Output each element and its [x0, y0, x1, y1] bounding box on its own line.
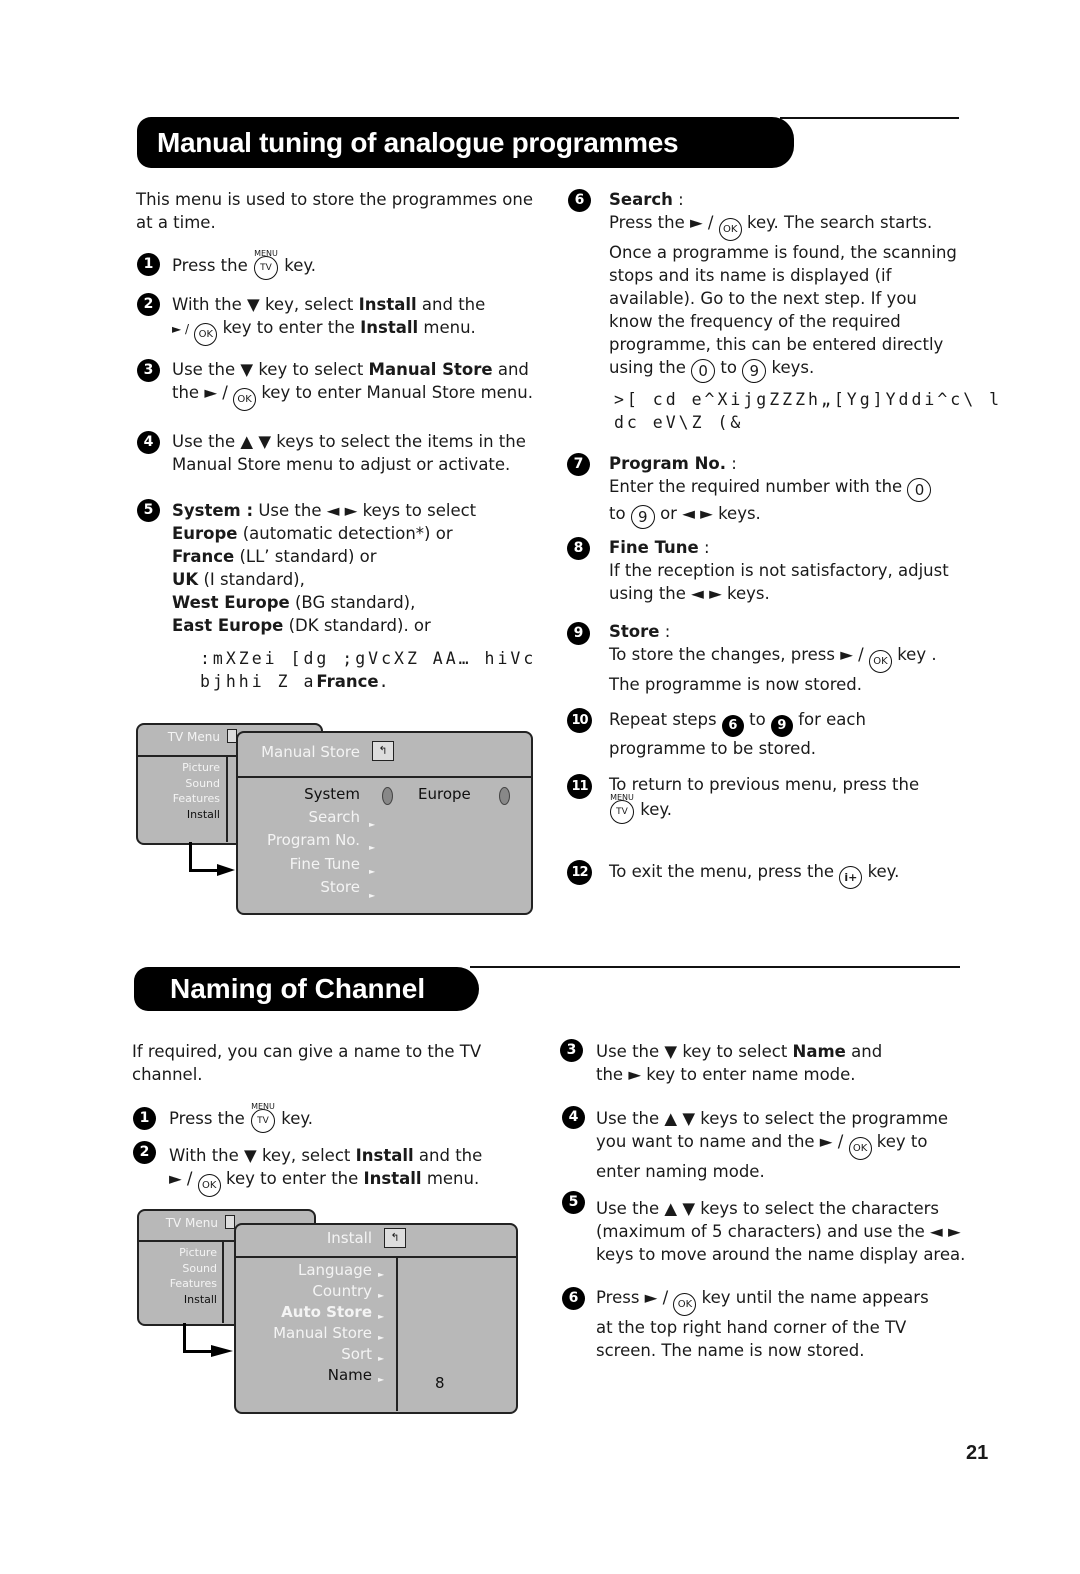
menu-item-program-no: Program No. — [267, 831, 360, 849]
step-6: Press ► / OK key until the name appears … — [596, 1288, 929, 1360]
step-ref-9: 9 — [770, 715, 793, 737]
tv-menu-item: Picture — [182, 761, 220, 774]
system-value: Europe — [418, 785, 471, 803]
step-10: Repeat steps 6 to 9 for each programme t… — [609, 710, 866, 758]
step-3: Use the ▼ key to select Manual Store and… — [172, 358, 533, 411]
ok-key-icon: OK — [233, 388, 257, 411]
menu-item-auto-store: Auto Store — [281, 1303, 372, 1321]
step-9: Store : To store the changes, press ► / … — [609, 622, 937, 694]
digit-9-key-icon: 9 — [742, 359, 767, 383]
step-number-7: 7 — [567, 453, 590, 476]
step-8: Fine Tune : If the reception is not sati… — [609, 538, 949, 603]
menu-item-language: Language — [297, 1261, 372, 1279]
step-number-2: 2 — [137, 293, 160, 316]
intro-text: This menu is used to store the programme… — [136, 190, 534, 232]
menu-item-store: Store — [320, 878, 360, 896]
tv-menu-item: Features — [169, 1277, 217, 1290]
section-title-text: Naming of Channel — [170, 973, 426, 1004]
step-number-11: 11 — [567, 774, 592, 799]
menu-item-search: Search — [308, 808, 360, 826]
info-key-icon: i+ — [839, 866, 863, 889]
ok-key-icon: OK — [868, 650, 892, 673]
step-number-4: 4 — [137, 431, 160, 454]
ok-key-icon: OK — [848, 1137, 872, 1160]
step-text: Press the — [172, 256, 248, 275]
right-chevron-icon — [499, 787, 510, 805]
step-number-6: 6 — [562, 1287, 585, 1310]
step-number-3: 3 — [560, 1039, 583, 1062]
menu-item-country: Country — [312, 1282, 372, 1300]
step-number-5: 5 — [137, 499, 160, 522]
menu-tv-key-icon: MENU TV — [253, 249, 279, 280]
step-1: Press the MENU TV key. — [172, 249, 317, 280]
tv-menu-item: Sound — [182, 1262, 217, 1275]
step-5: Use the ▲ ▼ keys to select the character… — [596, 1199, 966, 1264]
step-12: To exit the menu, press the i+ key. — [609, 860, 899, 889]
menu-item-fine-tune: Fine Tune — [289, 855, 360, 873]
menu-item-system: System — [304, 785, 360, 803]
step-1: Press the MENU TV key. — [169, 1102, 313, 1133]
manual-store-title: Manual Store — [261, 743, 360, 761]
menu-item-manual-store: Manual Store — [273, 1324, 372, 1342]
back-icon: ↰ — [372, 741, 394, 761]
menu-tv-key-icon: MENU TV — [250, 1102, 276, 1133]
name-value: 8 — [435, 1374, 445, 1392]
digit-0-key-icon: 0 — [691, 359, 716, 383]
section-title-naming: Naming of Channel — [134, 967, 479, 1011]
section-rule — [780, 117, 959, 119]
ok-key-icon: OK — [673, 1293, 697, 1316]
section-title-text: Manual tuning of analogue programmes — [157, 126, 679, 158]
section-title-manual-tuning: Manual tuning of analogue programmes — [137, 117, 794, 168]
install-title: Install — [326, 1229, 372, 1247]
step-number-2: 2 — [133, 1141, 156, 1164]
step-4: Use the ▲ ▼ keys to select the programme… — [596, 1109, 949, 1181]
arrow-connector — [183, 1323, 186, 1353]
digit-0-key-icon: 0 — [907, 478, 932, 502]
tv-menu-title: TV Menu — [165, 1216, 218, 1230]
ok-key-icon: OK — [197, 1174, 221, 1197]
step-number-6: 6 — [568, 189, 591, 212]
step-ref-6: 6 — [721, 715, 744, 737]
step-5: System : Use the ◄ ► keys to select Euro… — [172, 501, 477, 635]
step-number-8: 8 — [567, 537, 590, 560]
tv-menu-title: TV Menu — [167, 730, 220, 744]
step-number-1: 1 — [137, 253, 160, 276]
step-number-1: 1 — [133, 1107, 156, 1130]
step-2: With the ▼ key, select Install and the ►… — [169, 1144, 482, 1197]
intro-text: If required, you can give a name to the … — [132, 1042, 482, 1084]
step-11: To return to previous menu, press the ME… — [609, 773, 919, 824]
step-4: Use the ▲ ▼ keys to select the items in … — [172, 432, 526, 474]
arrow-connector — [189, 842, 192, 872]
step-3: Use the ▼ key to select Name and the ► k… — [596, 1042, 883, 1084]
step-number-10: 10 — [567, 708, 592, 733]
section-rule — [470, 966, 960, 968]
back-icon: ↰ — [384, 1228, 406, 1248]
tv-menu-item: Features — [172, 792, 220, 805]
step-number-5: 5 — [562, 1191, 585, 1214]
step-number-9: 9 — [567, 622, 590, 645]
ok-key-icon: OK — [718, 218, 742, 241]
step-text: key. — [284, 256, 317, 275]
page-number: 21 — [966, 1442, 989, 1464]
menu-item-sort: Sort — [341, 1345, 372, 1363]
step-number-3: 3 — [137, 359, 160, 382]
tv-menu-item: Sound — [185, 777, 220, 790]
step-6: Search : Press the ► / OK key. The searc… — [609, 188, 979, 383]
ok-key-icon: OK — [194, 323, 218, 346]
menu-tv-key-icon: MENU TV — [609, 793, 635, 824]
tv-menu-item: Picture — [179, 1246, 217, 1259]
step-7: Program No. : Enter the required number … — [609, 452, 932, 529]
tv-menu-item: Install — [186, 808, 220, 821]
step-number-12: 12 — [567, 860, 592, 885]
step-2: With the ▼ key, select Install and the ►… — [172, 293, 485, 346]
tv-menu-icon — [225, 1215, 235, 1229]
digit-9-key-icon: 9 — [630, 505, 655, 529]
garbled-footnote: :mXZei [dg ;gVcXZ AA… hiVc bjhhi Z aFran… — [200, 649, 537, 691]
menu-item-name: Name — [327, 1366, 372, 1384]
garbled-note: >[ cd e^XijgZZZh„[Yg]Yddi^c\ l dc eV\Z (… — [614, 390, 1003, 432]
left-chevron-icon — [382, 787, 393, 805]
tv-menu-item: Install — [183, 1293, 217, 1306]
step-number-4: 4 — [562, 1106, 585, 1129]
